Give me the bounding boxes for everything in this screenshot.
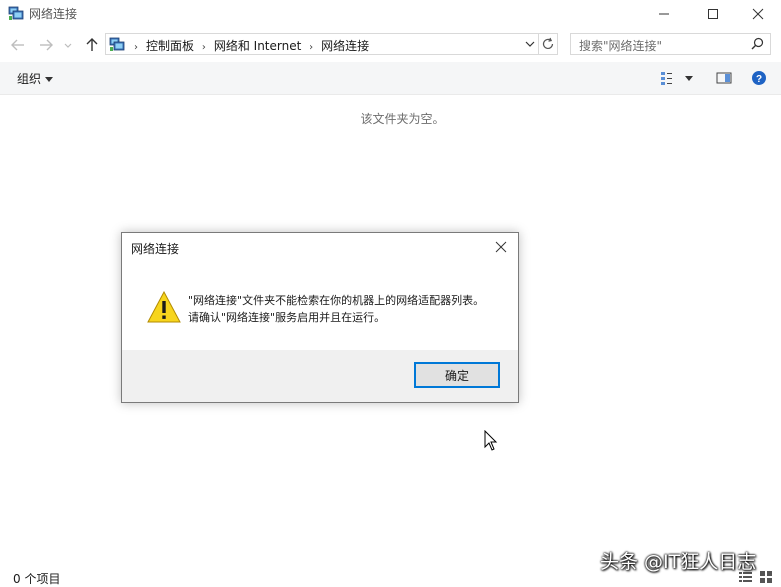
network-connections-icon <box>109 37 125 51</box>
watermark: 头条 @IT狂人日志 <box>600 551 757 573</box>
window-title: 网络连接 <box>29 7 78 21</box>
arrow-up-icon[interactable] <box>84 37 100 53</box>
address-bar[interactable]: › 控制面板 › 网络和 Internet › 网络连接 <box>105 33 558 55</box>
minimize-icon <box>659 13 669 15</box>
arrow-left-icon[interactable] <box>10 37 26 53</box>
dialog-title: 网络连接 <box>131 242 180 256</box>
view-options-icon[interactable] <box>660 70 676 86</box>
arrow-right-icon[interactable] <box>38 37 54 53</box>
command-bar: 组织 ? <box>0 62 781 95</box>
search-input[interactable]: 搜索"网络连接" <box>570 33 771 55</box>
warning-icon <box>147 291 181 323</box>
ok-button[interactable]: 确定 <box>414 362 500 388</box>
breadcrumb-network-internet[interactable]: 网络和 Internet <box>214 37 301 54</box>
refresh-icon[interactable] <box>541 37 555 51</box>
maximize-icon <box>708 9 718 19</box>
svg-text:?: ? <box>756 74 762 85</box>
dialog-close-button[interactable] <box>484 233 518 261</box>
chevron-right-icon[interactable]: › <box>134 42 138 53</box>
network-connections-icon <box>8 6 24 20</box>
caret-down-icon <box>45 77 54 82</box>
item-count: 0 个项目 <box>13 572 61 586</box>
explorer-window: 网络连接 › 控制面板 › 网络和 Internet › 网络连接 搜索"网络连… <box>0 0 781 587</box>
organize-button[interactable]: 组织 <box>17 70 54 87</box>
empty-folder-message: 该文件夹为空。 <box>360 112 445 126</box>
mouse-cursor-icon <box>484 430 498 451</box>
breadcrumb: › 控制面板 › 网络和 Internet › 网络连接 <box>130 37 369 54</box>
close-icon <box>752 8 764 20</box>
help-icon[interactable]: ? <box>751 70 767 86</box>
preview-pane-icon[interactable] <box>716 70 732 86</box>
dialog-message-line1: "网络连接"文件夹不能检索在你的机器上的网络适配器列表。 <box>188 294 485 307</box>
search-icon <box>751 37 764 50</box>
search-placeholder: 搜索"网络连接" <box>579 39 663 53</box>
title-bar: 网络连接 <box>0 0 781 28</box>
navigation-bar: › 控制面板 › 网络和 Internet › 网络连接 搜索"网络连接" <box>0 30 781 60</box>
error-dialog: 网络连接 "网络连接"文件夹不能检索在你的机器上的网络适配器列表。 请确认"网络… <box>121 232 519 403</box>
chevron-down-icon[interactable] <box>683 70 695 86</box>
dialog-message: "网络连接"文件夹不能检索在你的机器上的网络适配器列表。 请确认"网络连接"服务… <box>188 292 484 326</box>
large-icons-view-icon[interactable] <box>759 571 773 583</box>
chevron-right-icon[interactable]: › <box>309 42 313 53</box>
breadcrumb-control-panel[interactable]: 控制面板 <box>146 37 194 54</box>
minimize-button[interactable] <box>641 0 687 28</box>
close-icon <box>495 241 507 253</box>
chevron-down-icon[interactable] <box>63 37 73 53</box>
address-divider <box>538 34 539 54</box>
organize-label: 组织 <box>17 72 42 86</box>
dialog-footer: 确定 <box>122 350 518 402</box>
chevron-right-icon[interactable]: › <box>202 42 206 53</box>
maximize-button[interactable] <box>690 0 736 28</box>
chevron-down-icon[interactable] <box>525 39 535 49</box>
breadcrumb-network-connections[interactable]: 网络连接 <box>321 37 369 54</box>
close-button[interactable] <box>735 0 781 28</box>
dialog-message-line2: 请确认"网络连接"服务启用并且在运行。 <box>188 311 386 324</box>
